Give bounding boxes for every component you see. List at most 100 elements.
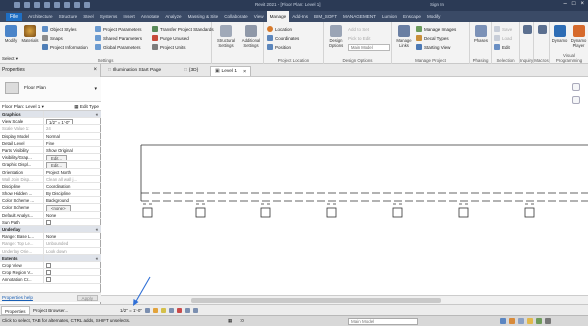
tab-massing-site[interactable]: Massing & Site [185,14,222,19]
file-tab[interactable]: File [6,12,23,21]
maximize-icon[interactable]: □ [572,1,576,7]
selection-load-button[interactable]: Load [494,34,512,42]
property-value[interactable]: <none> [44,204,101,211]
materials-button[interactable]: Materials [21,25,39,51]
worksets-icon[interactable]: ▦ [228,316,232,326]
design-options-button[interactable]: Design Options [326,25,346,51]
view-scale[interactable]: 1/2" = 1'-0" [120,306,142,315]
property-group-header[interactable]: Extents « [0,254,101,262]
checkbox[interactable] [46,262,51,268]
close-tab-icon[interactable]: × [243,67,246,77]
hide-isolate-icon[interactable] [184,308,190,313]
property-value[interactable]: Project North [44,169,101,175]
collapse-icon[interactable]: « [44,111,101,117]
property-value[interactable]: Coordination [44,183,101,189]
collapse-icon[interactable]: « [44,226,101,232]
tab-architecture[interactable]: Architecture [25,14,56,19]
selection-save-button[interactable]: Save [494,25,512,33]
3d-view-icon[interactable] [84,2,90,8]
property-value[interactable] [44,262,101,268]
close-icon[interactable]: × [93,64,97,77]
structural-column[interactable] [326,207,337,218]
project-parameters-button[interactable]: Project Parameters [95,25,142,33]
property-value[interactable]: 24 [44,125,101,131]
zoom-icon[interactable] [572,96,580,104]
tab-analyze[interactable]: Analyze [162,14,184,19]
structural-column[interactable] [524,207,535,218]
selection-edit-button[interactable]: Edit [494,43,510,51]
tab-insert[interactable]: Insert [120,14,138,19]
apply-button[interactable]: Apply [76,295,98,301]
sun-path-icon[interactable] [160,308,166,313]
property-value[interactable]: Unbounded [44,240,101,246]
tab-enscape[interactable]: Enscape [400,14,424,19]
structural-settings-button[interactable]: Structural Settings [214,25,238,51]
chevron-down-icon[interactable]: ▾ [94,86,97,92]
purge-unused-button[interactable]: Purge Unused [152,34,189,42]
position-button[interactable]: Position [267,43,291,51]
crop-icon[interactable] [176,308,182,313]
drag-elements-icon[interactable] [536,318,542,324]
structural-column[interactable] [195,207,206,218]
manage-images-button[interactable]: Manage Images [416,25,456,33]
select-dropdown[interactable]: Select ▾ [2,56,18,62]
dynamo-button[interactable]: Dynamo [550,25,569,51]
structural-column[interactable] [392,207,403,218]
tab-management[interactable]: MANAGEMENT [340,14,379,19]
property-group-header[interactable]: Graphics « [0,111,101,119]
structural-column[interactable] [260,207,271,218]
property-value[interactable]: Fine [44,140,101,146]
tab-steel[interactable]: Steel [80,14,96,19]
select-by-face-icon[interactable] [527,318,533,324]
tab-3d[interactable]: □ {3D} [180,66,202,76]
property-value[interactable]: None [44,212,101,218]
property-value[interactable]: Show Original [44,147,101,153]
global-parameters-button[interactable]: Global Parameters [95,43,141,51]
horizontal-scrollbar[interactable] [101,295,588,304]
open-icon[interactable] [14,2,20,8]
tab-annotate[interactable]: Annotate [138,14,162,19]
select-pinned-icon[interactable] [518,318,524,324]
checkbox[interactable] [46,219,51,225]
quick-access-toolbar[interactable] [14,2,90,8]
project-information-button[interactable]: Project Information [42,43,88,51]
tab-modify[interactable]: Modify [424,14,444,19]
visual-style-icon[interactable] [152,308,158,313]
tab-lumion[interactable]: Lumion [379,14,400,19]
dynamo-player-button[interactable]: Dynamo Player [569,25,588,51]
reveal-hidden-icon[interactable] [192,308,198,313]
additional-settings-button[interactable]: Additional Settings [239,25,263,51]
snaps-button[interactable]: Snaps [42,34,63,42]
property-value[interactable]: Edit... [44,161,101,168]
location-button[interactable]: Location [267,25,292,33]
edit-type-button[interactable]: ▦ Edit Type [74,102,99,111]
filter-icon[interactable] [545,318,551,324]
property-group-header[interactable]: Underlay « [0,226,101,234]
tab-bim-soft[interactable]: BIM_SOFT [311,14,340,19]
tab-project-browser[interactable]: Project Browser... [30,306,71,315]
navigation-wheel-icon[interactable] [572,83,580,91]
manage-links-button[interactable]: Manage Links [394,25,414,51]
decal-types-button[interactable]: Decal Types [416,34,449,42]
tab-properties[interactable]: Properties [1,306,30,315]
drawing-canvas[interactable] [101,77,588,304]
checkbox[interactable] [46,277,51,283]
edit-button[interactable]: Edit... [46,162,67,168]
redo-icon[interactable] [44,2,50,8]
edit-button[interactable]: Edit... [46,155,67,161]
property-value[interactable]: Edit... [44,154,101,161]
macros-button[interactable] [536,25,548,51]
property-value-text[interactable]: 1/2" = 1'-0" [46,119,73,125]
text-icon[interactable] [74,2,80,8]
structural-column[interactable] [458,207,469,218]
tab-level-1[interactable]: ▣ Level 1 × [210,66,252,77]
property-value[interactable]: Normal [44,133,101,139]
tab-add-ins[interactable]: Add-Ins [289,14,311,19]
inquiry-button[interactable] [521,25,533,51]
save-icon[interactable] [24,2,30,8]
property-value[interactable]: Clean all wall j... [44,176,101,182]
tab-collaborate[interactable]: Collaborate [221,14,251,19]
starting-view-button[interactable]: Starting View [416,43,450,51]
minimize-icon[interactable]: – [564,1,567,7]
scrollbar-thumb[interactable] [191,298,441,303]
